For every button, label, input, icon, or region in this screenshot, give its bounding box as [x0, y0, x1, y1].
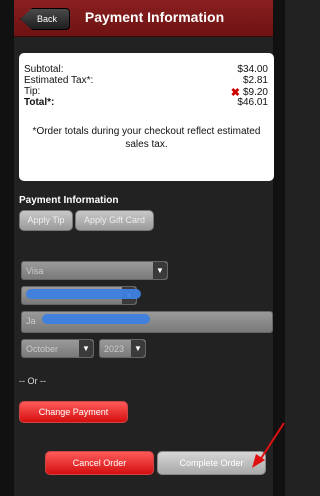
apply-tip-button[interactable]: Apply Tip — [19, 210, 73, 231]
tax-row: Estimated Tax*: $2.81 — [24, 75, 268, 86]
card-type-select[interactable]: Visa ▼ — [21, 261, 168, 280]
tax-label: Estimated Tax*: — [24, 75, 94, 86]
payment-screen: Back Payment Information Subtotal: $34.0… — [0, 0, 285, 496]
exp-year-select[interactable]: 2023 ▼ — [99, 339, 146, 358]
chevron-down-icon: ▼ — [131, 340, 145, 357]
exp-month-select[interactable]: October ▼ — [21, 339, 94, 358]
change-payment-button[interactable]: Change Payment — [19, 401, 128, 423]
nav-header: Back Payment Information — [14, 0, 273, 37]
tax-note: *Order totals during your checkout refle… — [32, 126, 261, 150]
subtotal-value: $34.00 — [237, 64, 268, 75]
annotation-arrow-icon — [252, 422, 285, 468]
redaction-mark — [26, 289, 141, 299]
total-value: $46.01 — [237, 97, 268, 108]
or-separator: -- Or -- — [19, 376, 46, 386]
cancel-order-button[interactable]: Cancel Order — [45, 451, 154, 475]
order-totals-card: Subtotal: $34.00 Estimated Tax*: $2.81 T… — [19, 53, 274, 181]
total-label: Total*: — [24, 97, 55, 108]
chevron-down-icon: ▼ — [153, 262, 167, 279]
apply-gift-card-button[interactable]: Apply Gift Card — [75, 210, 154, 231]
chevron-down-icon: ▼ — [79, 340, 93, 357]
card-type-value: Visa — [26, 266, 44, 276]
exp-month-value: October — [26, 344, 59, 354]
page-title: Payment Information — [84, 9, 225, 25]
exp-year-value: 2023 — [104, 344, 125, 354]
name-on-card-value: Ja — [26, 316, 36, 326]
redaction-mark — [42, 314, 150, 324]
payment-section-title: Payment Information — [19, 195, 119, 206]
subtotal-row: Subtotal: $34.00 — [24, 64, 268, 75]
total-row: Total*: $46.01 — [24, 97, 268, 108]
left-border — [0, 0, 14, 496]
tax-value: $2.81 — [242, 75, 268, 86]
subtotal-label: Subtotal: — [24, 64, 64, 75]
